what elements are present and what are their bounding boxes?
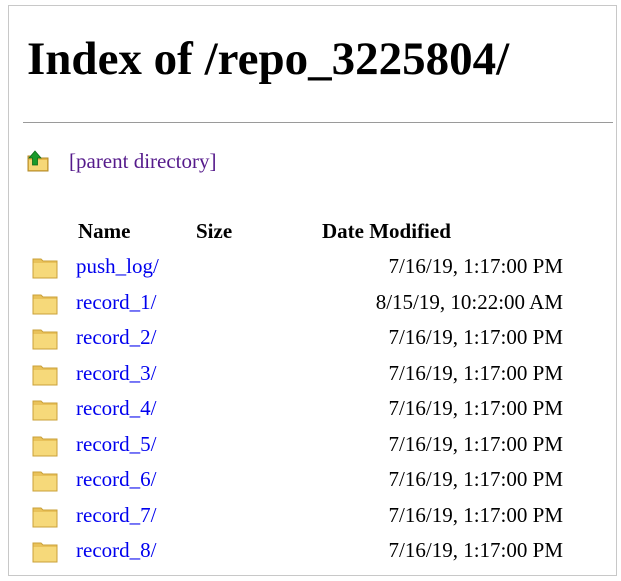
entry-link[interactable]: record_3/ <box>76 361 156 385</box>
folder-icon[interactable] <box>32 364 58 386</box>
folder-icon[interactable] <box>32 470 58 492</box>
folder-icon[interactable] <box>32 399 58 421</box>
entry-date: 7/16/19, 1:17:00 PM <box>388 254 563 278</box>
folder-icon[interactable] <box>32 506 58 528</box>
entry-date: 7/16/19, 1:17:00 PM <box>388 325 563 349</box>
list-item[interactable]: record_1/ 8/15/19, 10:22:00 AM <box>9 287 618 323</box>
entry-link[interactable]: push_log/ <box>76 254 159 278</box>
title-divider <box>23 122 613 123</box>
list-item[interactable]: record_2/ 7/16/19, 1:17:00 PM <box>9 322 618 358</box>
column-header-size[interactable]: Size <box>196 218 232 244</box>
folder-icon[interactable] <box>32 257 58 279</box>
entry-link[interactable]: record_2/ <box>76 325 156 349</box>
entry-date: 7/16/19, 1:17:00 PM <box>388 431 563 456</box>
entry-link[interactable]: record_4/ <box>76 396 156 420</box>
list-item[interactable]: record_8/ 7/16/19, 1:17:00 PM <box>9 535 618 571</box>
folder-icon[interactable] <box>32 328 58 350</box>
parent-directory-link[interactable]: [parent directory] <box>69 149 217 174</box>
entry-link[interactable]: record_8/ <box>76 538 156 562</box>
entry-link[interactable]: record_5/ <box>76 432 156 456</box>
list-item[interactable]: push_log/ 7/16/19, 1:17:00 PM <box>9 251 618 287</box>
list-item[interactable]: record_6/ 7/16/19, 1:17:00 PM <box>9 464 618 500</box>
list-item[interactable]: record_3/ 7/16/19, 1:17:00 PM <box>9 358 618 394</box>
entry-date: 7/16/19, 1:17:00 PM <box>388 396 563 420</box>
list-item[interactable]: record_7/ 7/16/19, 1:17:00 PM <box>9 500 618 536</box>
folder-icon[interactable] <box>32 541 58 563</box>
folder-icon[interactable] <box>32 293 58 315</box>
entry-link[interactable]: record_1/ <box>76 290 156 314</box>
page-title: Index of /repo_3225804/ <box>27 33 510 85</box>
entry-date: 7/16/19, 1:17:00 PM <box>388 502 563 527</box>
list-item[interactable]: record_4/ 7/16/19, 1:17:00 PM <box>9 393 618 429</box>
column-header-name[interactable]: Name <box>78 218 130 244</box>
entry-date: 7/16/19, 1:17:00 PM <box>388 360 563 385</box>
entry-link[interactable]: record_6/ <box>76 467 156 491</box>
column-header-date-modified[interactable]: Date Modified <box>322 218 451 244</box>
list-item[interactable]: record_5/ 7/16/19, 1:17:00 PM <box>9 429 618 465</box>
parent-directory-row[interactable]: [parent directory] <box>26 146 217 176</box>
entry-link[interactable]: record_7/ <box>76 503 156 527</box>
entry-date: 7/16/19, 1:17:00 PM <box>388 538 563 562</box>
parent-directory-icon[interactable] <box>26 150 56 172</box>
directory-listing-panel: Index of /repo_3225804/ [parent director… <box>8 5 617 576</box>
file-list: push_log/ 7/16/19, 1:17:00 PM record_1/ … <box>9 251 618 571</box>
entry-date: 7/16/19, 1:17:00 PM <box>388 467 563 491</box>
folder-icon[interactable] <box>32 435 58 457</box>
entry-date: 8/15/19, 10:22:00 AM <box>375 289 563 314</box>
